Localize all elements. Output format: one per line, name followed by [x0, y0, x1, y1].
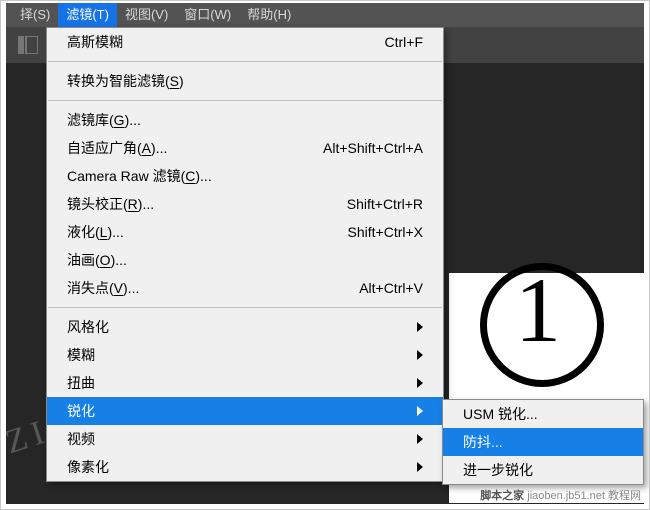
menu-item-video[interactable]: 视频: [47, 425, 443, 453]
screenshot-root: 择(S) 滤镜(T) 视图(V) 窗口(W) 帮助(H) 1 SSROO NZI…: [0, 0, 650, 510]
annotation-number: 1: [515, 264, 561, 356]
menu-item-liquify[interactable]: 液化(L)...Shift+Ctrl+X: [47, 218, 443, 246]
menu-item-blur[interactable]: 模糊: [47, 341, 443, 369]
menubar: 择(S) 滤镜(T) 视图(V) 窗口(W) 帮助(H): [6, 3, 644, 27]
watermark-footer: 脚本之家 jiaoben.jb51.net 教程网: [480, 487, 641, 503]
menu-item-distort[interactable]: 扭曲: [47, 369, 443, 397]
menu-item-sharpen[interactable]: 锐化: [47, 397, 443, 425]
menu-separator: [48, 100, 442, 101]
menu-select[interactable]: 择(S): [12, 3, 58, 27]
menu-filter[interactable]: 滤镜(T): [58, 3, 117, 27]
menu-window[interactable]: 窗口(W): [176, 3, 239, 27]
menu-item-stylize[interactable]: 风格化: [47, 313, 443, 341]
sharpen-submenu: USM 锐化... 防抖... 进一步锐化: [442, 399, 644, 485]
menu-item-vanishing-point[interactable]: 消失点(V)...Alt+Ctrl+V: [47, 274, 443, 302]
menu-help[interactable]: 帮助(H): [239, 3, 299, 27]
menu-item-shake-reduction[interactable]: 防抖...: [443, 428, 643, 456]
handwritten-annotation: 1: [480, 263, 604, 387]
menu-view[interactable]: 视图(V): [117, 3, 176, 27]
menu-item-camera-raw[interactable]: Camera Raw 滤镜(C)...: [47, 162, 443, 190]
menu-separator: [48, 61, 442, 62]
menu-item-pixelate[interactable]: 像素化: [47, 453, 443, 481]
menu-item-last-filter[interactable]: 高斯模糊 Ctrl+F: [47, 28, 443, 56]
menu-item-usm-sharpen[interactable]: USM 锐化...: [443, 400, 643, 428]
menu-item-filter-gallery[interactable]: 滤镜库(G)...: [47, 106, 443, 134]
menu-item-smart-filter[interactable]: 转换为智能滤镜(S): [47, 67, 443, 95]
menu-item-adaptive-wide-angle[interactable]: 自适应广角(A)...Alt+Shift+Ctrl+A: [47, 134, 443, 162]
panel-icon: [18, 36, 38, 54]
menu-item-oil-paint[interactable]: 油画(O)...: [47, 246, 443, 274]
menu-item-lens-correction[interactable]: 镜头校正(R)...Shift+Ctrl+R: [47, 190, 443, 218]
filter-menu: 高斯模糊 Ctrl+F 转换为智能滤镜(S) 滤镜库(G)... 自适应广角(A…: [46, 27, 444, 482]
menu-item-sharpen-more[interactable]: 进一步锐化: [443, 456, 643, 484]
menu-separator: [48, 307, 442, 308]
